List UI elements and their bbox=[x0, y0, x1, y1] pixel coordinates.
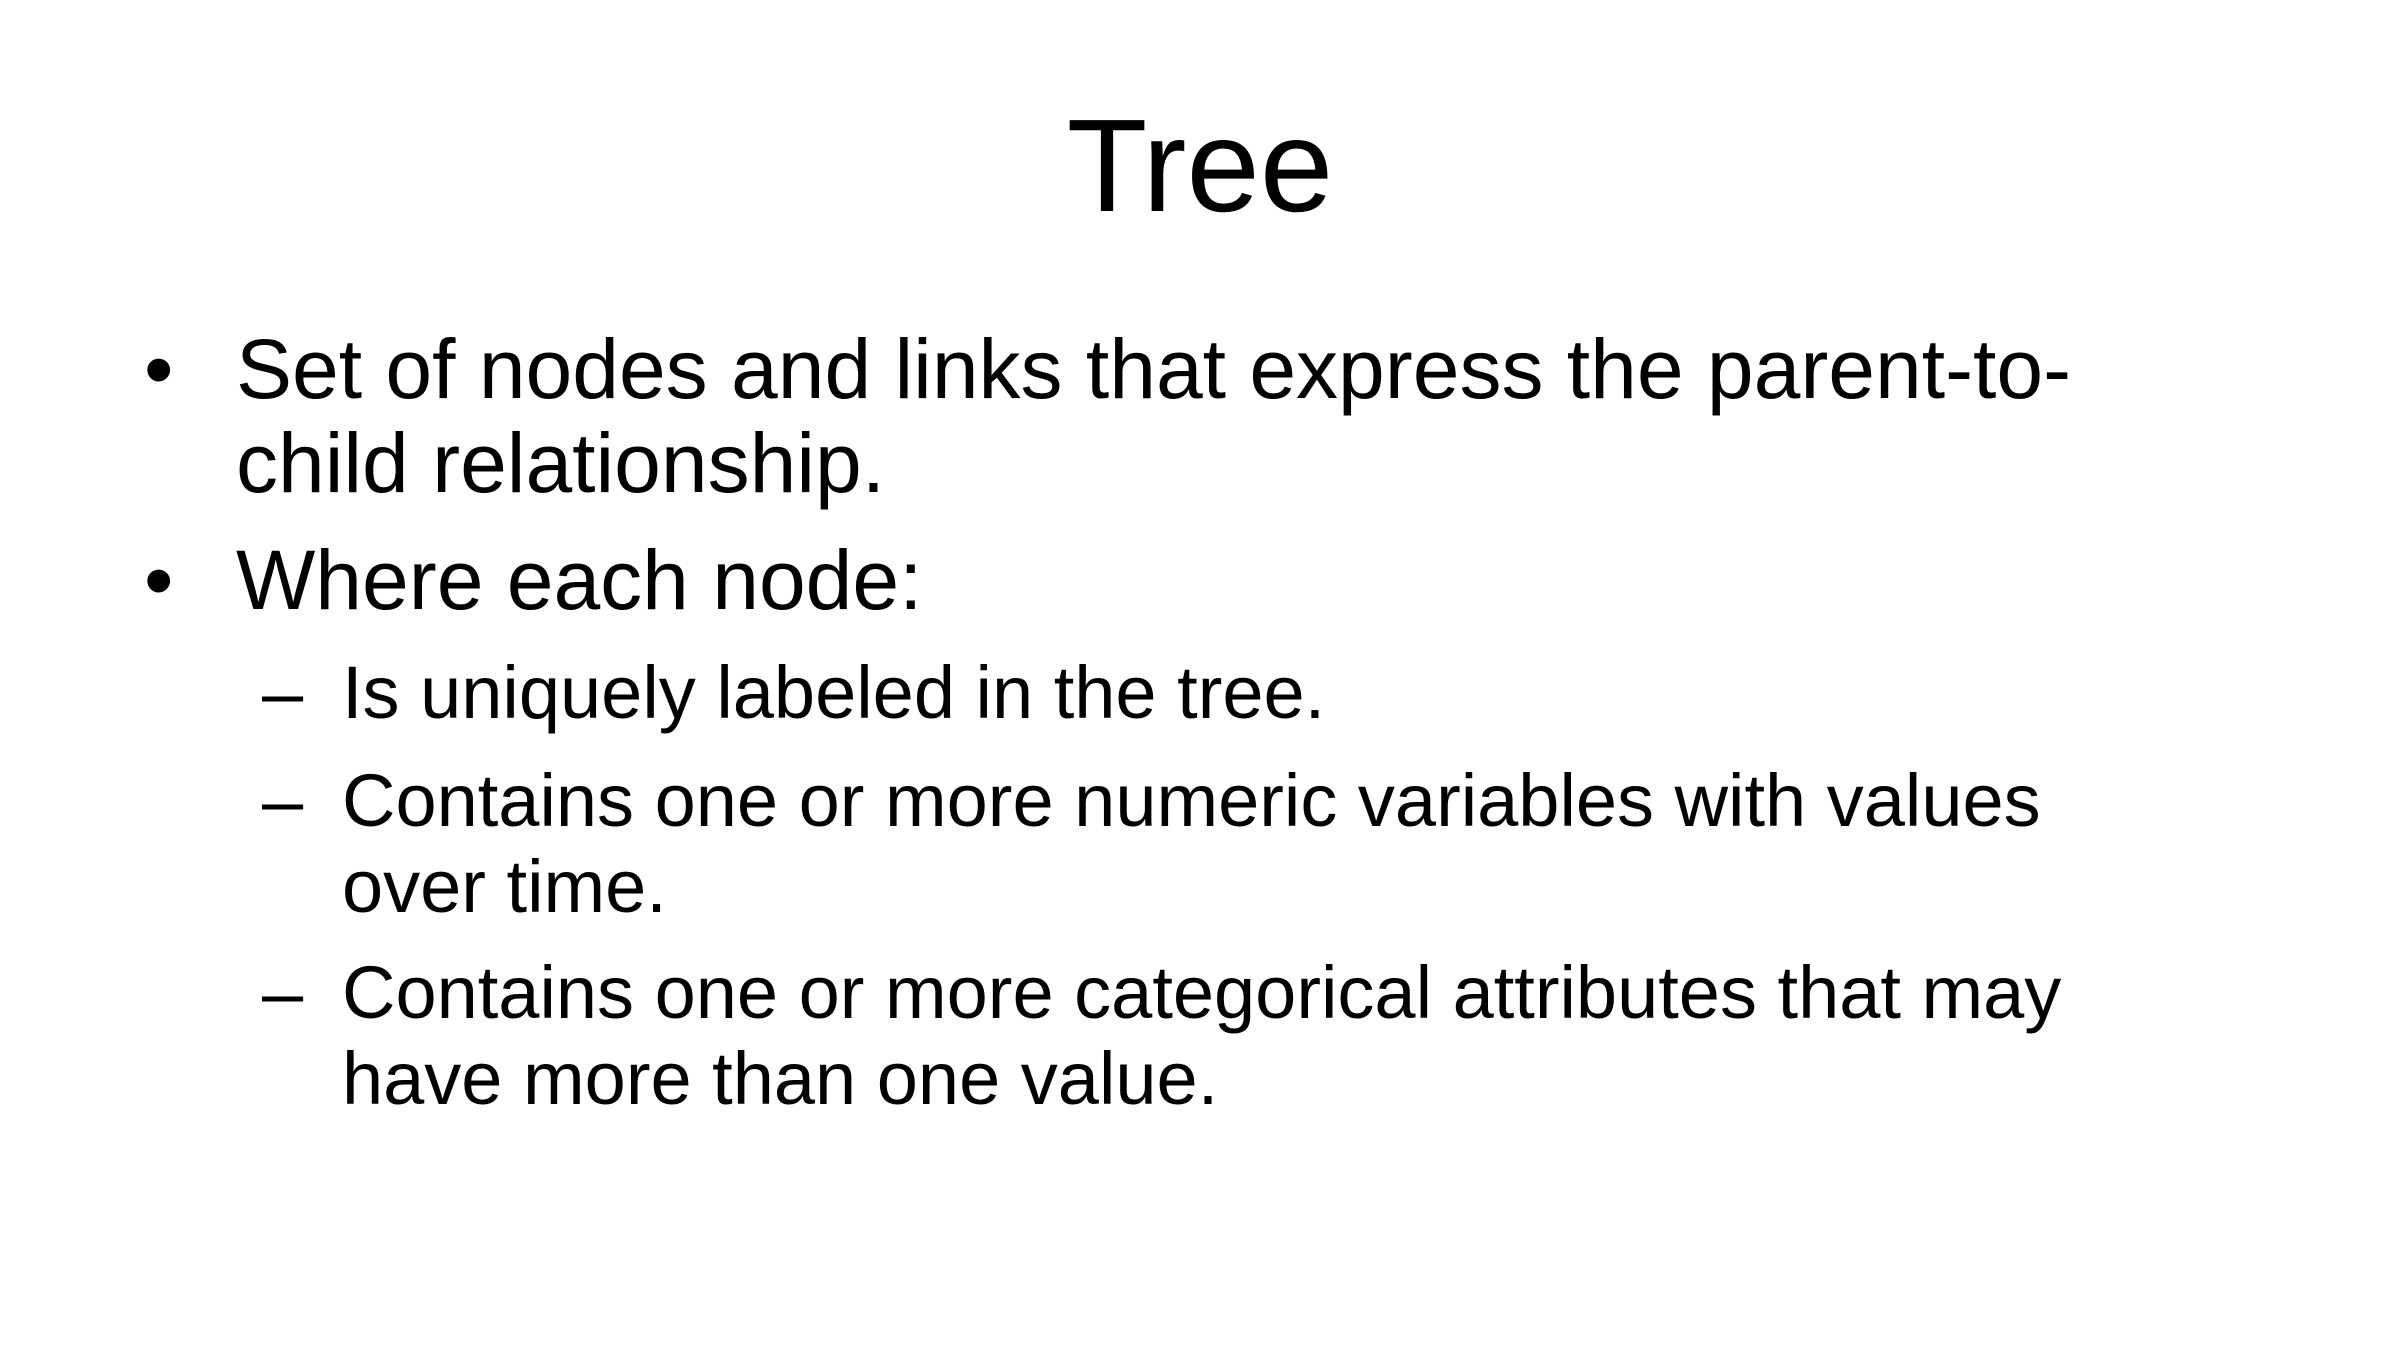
bullet-text: Where each node: bbox=[236, 533, 923, 627]
bullet-marker: • bbox=[144, 533, 174, 627]
sub-bullet-text: Is uniquely labeled in the tree. bbox=[342, 651, 1326, 734]
sub-bullet-marker: – bbox=[262, 759, 304, 842]
bullet-text: Set of nodes and links that express the … bbox=[236, 322, 2072, 510]
sub-bullet-marker: – bbox=[262, 951, 304, 1034]
bullet-marker: • bbox=[144, 322, 174, 416]
sub-bullet-marker: – bbox=[262, 651, 304, 734]
slide: Tree • Set of nodes and links that expre… bbox=[0, 0, 2400, 1350]
sub-bullet-text: Contains one or more numeric variables w… bbox=[342, 759, 2041, 928]
sub-bullet-text: Contains one or more categorical attribu… bbox=[342, 951, 2062, 1120]
bullet-list: • Set of nodes and links that express th… bbox=[0, 0, 2400, 1350]
